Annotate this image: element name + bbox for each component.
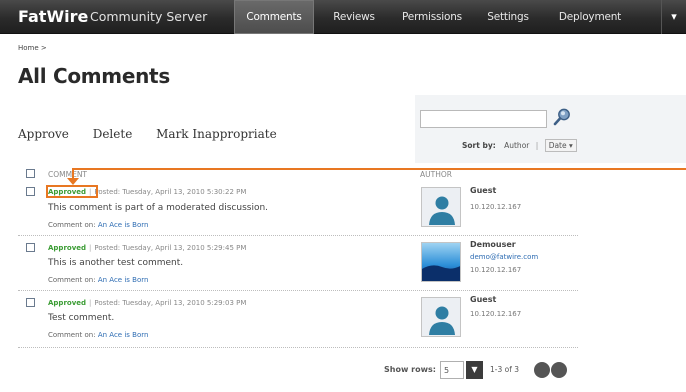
comment-meta: Approved | Posted: Tuesday, April 13, 2010…: [48, 244, 247, 252]
sort-separator: |: [535, 141, 539, 150]
row-checkbox[interactable]: [26, 298, 35, 307]
status-badge[interactable]: Approved: [48, 299, 86, 307]
prev-page-button[interactable]: [534, 362, 550, 378]
landscape-avatar-image: [421, 242, 461, 282]
comment-row: Approved | Posted: Tuesday, April 13, 2010…: [18, 293, 578, 345]
author-name: Demouser: [470, 240, 516, 249]
nav-permissions[interactable]: Permissions: [396, 0, 468, 34]
comment-row: Approved | Posted: Tuesday, April 13, 2010…: [18, 238, 578, 290]
row-divider: [18, 235, 578, 236]
show-rows-label: Show rows:: [384, 365, 436, 374]
next-page-button[interactable]: [551, 362, 567, 378]
guest-avatar-icon: [421, 297, 461, 337]
row-checkbox[interactable]: [26, 243, 35, 252]
nav-settings[interactable]: Settings: [476, 0, 540, 34]
search-icon[interactable]: [552, 107, 572, 127]
chevron-down-icon[interactable]: ▾: [661, 0, 686, 34]
author-ip: 10.120.12.167: [470, 266, 522, 274]
approve-button[interactable]: Approve: [18, 127, 69, 141]
bulk-actions: Approve Delete Mark Inappropriate: [18, 127, 297, 141]
author-name: Guest: [470, 186, 497, 195]
author-ip: 10.120.12.167: [470, 310, 522, 318]
nav-deployment[interactable]: Deployment: [552, 0, 628, 34]
comment-text: Test comment.: [48, 313, 115, 323]
posted-date: Posted: Tuesday, April 13, 2010 5:29:45 …: [94, 244, 247, 252]
sort-author-link[interactable]: Author: [504, 141, 529, 150]
comment-on-link[interactable]: An Ace is Born: [98, 276, 149, 284]
comment-on: Comment on: An Ace is Born: [48, 276, 148, 284]
posted-date: Posted: Tuesday, April 13, 2010 5:30:22 …: [94, 188, 247, 196]
comment-on-link[interactable]: An Ace is Born: [98, 221, 149, 229]
top-nav-bar: FatWire Community Server Comments Review…: [0, 0, 686, 34]
search-input[interactable]: [420, 110, 547, 128]
comment-meta: Approved | Posted: Tuesday, April 13, 2010…: [48, 299, 247, 307]
callout-line: [72, 168, 686, 170]
delete-button[interactable]: Delete: [93, 127, 133, 141]
author-ip: 10.120.12.167: [470, 203, 522, 211]
comment-on-label: Comment on:: [48, 221, 96, 229]
chevron-down-icon[interactable]: ▼: [466, 361, 483, 379]
sort-bar: Sort by: Author | Date ▾: [462, 139, 577, 152]
author-email[interactable]: demo@fatwire.com: [470, 253, 538, 261]
callout-highlight-box: [46, 185, 98, 198]
select-all-checkbox[interactable]: [26, 169, 35, 178]
nav-comments[interactable]: Comments: [234, 0, 314, 34]
comment-text: This comment is part of a moderated disc…: [48, 203, 269, 213]
comment-on-label: Comment on:: [48, 276, 96, 284]
column-author: AUTHOR: [420, 170, 452, 179]
sort-date-select[interactable]: Date ▾: [544, 139, 577, 152]
comment-on: Comment on: An Ace is Born: [48, 331, 148, 339]
product-name: Community Server: [90, 9, 208, 24]
row-checkbox[interactable]: [26, 187, 35, 196]
nav-reviews[interactable]: Reviews: [320, 0, 388, 34]
comment-on: Comment on: An Ace is Born: [48, 221, 148, 229]
mark-inappropriate-button[interactable]: Mark Inappropriate: [156, 127, 277, 141]
comment-text: This is another test comment.: [48, 258, 184, 268]
callout-arrow-icon: [67, 178, 79, 185]
sort-label: Sort by:: [462, 141, 496, 150]
row-divider: [18, 290, 578, 291]
posted-date: Posted: Tuesday, April 13, 2010 5:29:03 …: [94, 299, 247, 307]
breadcrumb[interactable]: Home >: [18, 44, 47, 52]
search-sort-panel: [415, 95, 686, 163]
comment-on-label: Comment on:: [48, 331, 96, 339]
brand-logo: FatWire: [18, 7, 89, 26]
guest-avatar-icon: [421, 187, 461, 227]
author-name: Guest: [470, 295, 497, 304]
comment-row: Approved | Posted: Tuesday, April 13, 2010…: [18, 182, 578, 234]
rows-per-page-select[interactable]: 5: [440, 361, 464, 379]
comment-on-link[interactable]: An Ace is Born: [98, 331, 149, 339]
page-title: All Comments: [18, 64, 170, 88]
status-badge[interactable]: Approved: [48, 244, 86, 252]
row-divider: [18, 347, 578, 348]
page-range: 1-3 of 3: [490, 365, 520, 374]
